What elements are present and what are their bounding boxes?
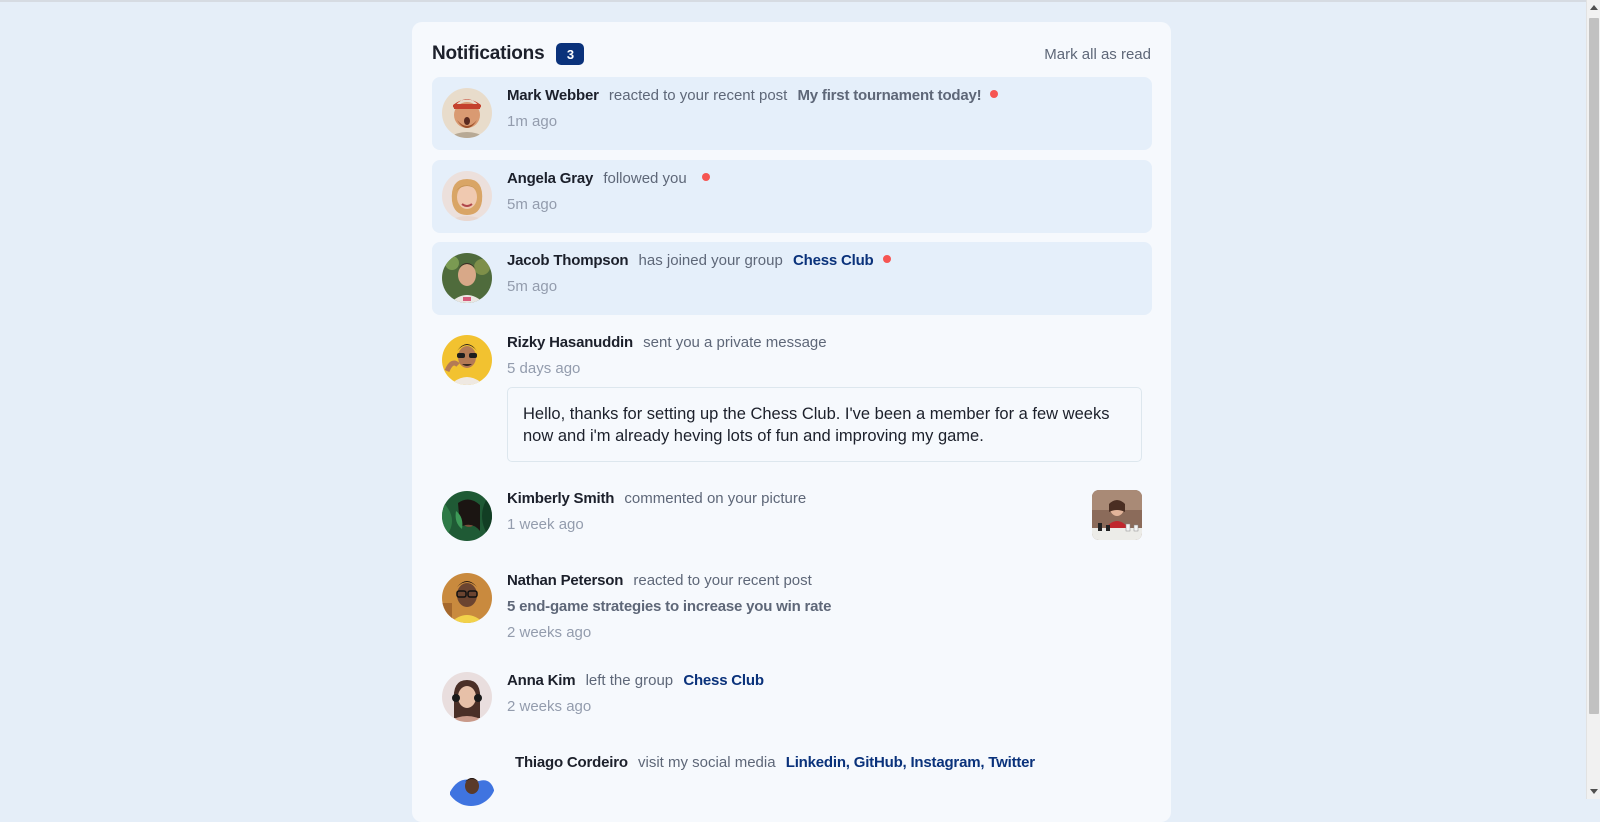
post-link[interactable]: 5 end-game strategies to increase you wi…	[507, 598, 831, 615]
notification-text: Nathan Peterson reacted to your recent p…	[507, 570, 1140, 592]
notification-item[interactable]: Anna Kim left the group Chess Club 2 wee…	[432, 662, 1152, 735]
notification-content: Thiago Cordeiro visit my social media Li…	[515, 752, 1140, 774]
user-name[interactable]: Kimberly Smith	[507, 490, 614, 507]
notification-time: 2 weeks ago	[507, 698, 592, 715]
notification-action: left the group	[585, 672, 674, 689]
mark-all-read-button[interactable]: Mark all as read	[1044, 46, 1151, 63]
post-link[interactable]: My first tournament today!	[798, 87, 982, 104]
page-scrollbar[interactable]	[1586, 0, 1600, 799]
notification-content: Jacob Thompson has joined your group Che…	[507, 250, 1140, 297]
user-name[interactable]: Nathan Peterson	[507, 572, 623, 589]
user-name[interactable]: Rizky Hasanuddin	[507, 334, 633, 351]
notification-text: Angela Gray followed you	[507, 168, 1140, 190]
notification-text: Thiago Cordeiro visit my social media Li…	[515, 752, 1140, 774]
notification-item[interactable]: Mark Webber reacted to your recent post …	[432, 77, 1152, 150]
avatar-anna-kim[interactable]	[442, 672, 492, 722]
notification-time: 2 weeks ago	[507, 624, 592, 641]
group-link[interactable]: Chess Club	[683, 672, 764, 689]
notification-item[interactable]: Thiago Cordeiro visit my social media Li…	[432, 746, 1152, 806]
notification-action: visit my social media	[638, 754, 776, 771]
notification-item[interactable]: Nathan Peterson reacted to your recent p…	[432, 562, 1152, 657]
unread-dot	[882, 255, 891, 263]
notification-text: Mark Webber reacted to your recent post …	[507, 85, 1140, 107]
notification-action: has joined your group	[638, 252, 783, 269]
avatar-jacob-thompson[interactable]	[442, 253, 492, 303]
private-message[interactable]: Hello, thanks for setting up the Chess C…	[507, 387, 1142, 462]
notification-text: Anna Kim left the group Chess Club	[507, 670, 1140, 692]
browser-top-border	[0, 0, 1586, 2]
notification-content: Nathan Peterson reacted to your recent p…	[507, 570, 1140, 643]
notification-item[interactable]: Rizky Hasanuddin sent you a private mess…	[432, 324, 1152, 474]
scroll-up-arrow-icon[interactable]	[1590, 5, 1598, 10]
user-name[interactable]: Angela Gray	[507, 170, 593, 187]
scroll-thumb[interactable]	[1589, 18, 1599, 714]
notification-content: Anna Kim left the group Chess Club 2 wee…	[507, 670, 1140, 717]
notification-content: Rizky Hasanuddin sent you a private mess…	[507, 332, 1142, 462]
notifications-card: Notifications 3 Mark all as read Mark We…	[412, 22, 1171, 822]
notification-action: commented on your picture	[624, 490, 807, 507]
notification-post-line: 5 end-game strategies to increase you wi…	[507, 596, 1140, 618]
avatar-rizky-hasanuddin[interactable]	[442, 335, 492, 385]
notification-text: Jacob Thompson has joined your group Che…	[507, 250, 1140, 272]
page-title: Notifications	[432, 43, 545, 64]
avatar-mark-webber[interactable]	[442, 88, 492, 138]
notification-action: followed you	[603, 170, 687, 187]
user-name[interactable]: Anna Kim	[507, 672, 576, 689]
user-name[interactable]: Thiago Cordeiro	[515, 754, 628, 771]
notification-action: sent you a private message	[643, 334, 827, 351]
notifications-header: Notifications 3 Mark all as read	[432, 36, 1151, 72]
notification-text: Kimberly Smith commented on your picture	[507, 488, 1140, 510]
commented-picture-thumbnail[interactable]	[1092, 490, 1142, 540]
user-name[interactable]: Jacob Thompson	[507, 252, 629, 269]
notification-time: 5 days ago	[507, 360, 581, 377]
notification-content: Angela Gray followed you 5m ago	[507, 168, 1140, 215]
unread-dot	[990, 90, 999, 98]
notification-content: Kimberly Smith commented on your picture…	[507, 488, 1140, 535]
notification-action: reacted to your recent post	[633, 572, 812, 589]
notification-action: reacted to your recent post	[608, 87, 788, 104]
notification-item[interactable]: Angela Gray followed you 5m ago	[432, 160, 1152, 233]
notification-time: 5m ago	[507, 196, 558, 213]
avatar-kimberly-smith[interactable]	[442, 491, 492, 541]
social-media-links[interactable]: Linkedin, GitHub, Instagram, Twitter	[786, 754, 1035, 771]
notification-content: Mark Webber reacted to your recent post …	[507, 85, 1140, 132]
avatar-angela-gray[interactable]	[442, 171, 492, 221]
avatar-nathan-peterson[interactable]	[442, 573, 492, 623]
unread-count-badge: 3	[556, 43, 585, 65]
group-link[interactable]: Chess Club	[793, 252, 874, 269]
unread-dot	[701, 173, 710, 181]
notification-text: Rizky Hasanuddin sent you a private mess…	[507, 332, 1140, 354]
notification-item[interactable]: Kimberly Smith commented on your picture…	[432, 480, 1152, 553]
user-name[interactable]: Mark Webber	[507, 87, 599, 104]
notification-time: 1 week ago	[507, 516, 584, 533]
scroll-down-arrow-icon[interactable]	[1590, 789, 1598, 794]
notification-time: 1m ago	[507, 113, 558, 130]
notification-time: 5m ago	[507, 278, 558, 295]
notification-item[interactable]: Jacob Thompson has joined your group Che…	[432, 242, 1152, 315]
